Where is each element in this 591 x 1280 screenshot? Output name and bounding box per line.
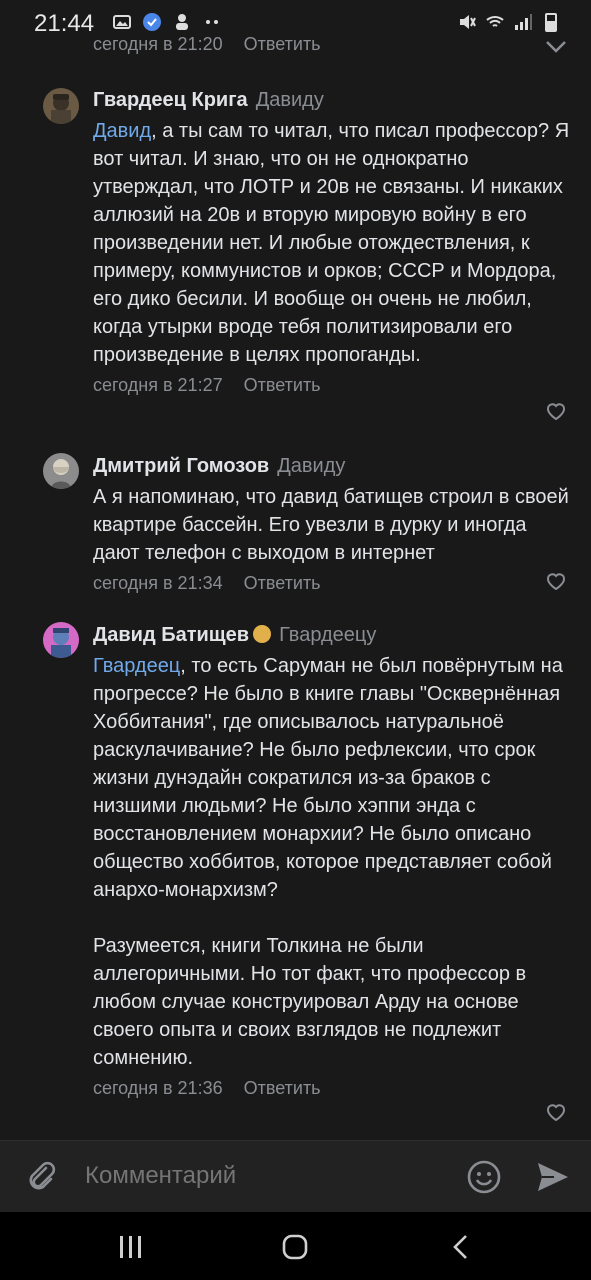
comment-author[interactable]: Дмитрий Гомозов (93, 455, 269, 477)
comment-time: сегодня в 21:27 (93, 375, 223, 395)
reply-button[interactable]: Ответить (244, 573, 321, 593)
comment-time: сегодня в 21:36 (93, 1078, 223, 1098)
avatar[interactable] (43, 453, 79, 489)
heart-icon[interactable] (545, 1102, 567, 1122)
emoji-icon[interactable] (466, 1159, 502, 1195)
reply-to-label[interactable]: Давиду (256, 89, 324, 111)
attach-icon[interactable] (24, 1159, 58, 1193)
reply-to-label[interactable]: Гвардеецу (279, 624, 376, 646)
reply-button[interactable]: Ответить (244, 375, 321, 395)
comment-author[interactable]: Давид Батищев (93, 624, 249, 646)
comment-text: А я напоминаю, что давид батищев строил … (93, 486, 575, 564)
reply-button[interactable]: Ответить (244, 34, 321, 54)
heart-icon[interactable] (545, 571, 567, 591)
avatar[interactable] (43, 622, 79, 658)
avatar[interactable] (43, 88, 79, 124)
comment-time: сегодня в 21:34 (93, 573, 223, 593)
reply-to-label[interactable]: Давиду (277, 455, 345, 477)
home-icon[interactable] (280, 1234, 310, 1260)
reply-button[interactable]: Ответить (244, 1078, 321, 1098)
system-nav-bar (0, 1212, 591, 1280)
chevron-down-icon[interactable] (545, 40, 567, 54)
comment-author[interactable]: Гвардеец Крига (93, 89, 248, 111)
emoji-badge-icon (253, 624, 272, 643)
comment-time: сегодня в 21:20 (93, 34, 223, 54)
back-icon[interactable] (446, 1234, 476, 1260)
comment-input[interactable] (83, 1161, 447, 1191)
mention-link[interactable]: Давид (93, 120, 151, 142)
comment-text: Гвардеец, то есть Саруман не был повёрну… (93, 655, 563, 1069)
send-icon[interactable] (536, 1161, 570, 1193)
comments-feed[interactable]: сегодня в 21:20 Ответить Гвардеец Крига Д… (0, 0, 591, 1140)
comment-text: Давид, а ты сам то читал, что писал проф… (93, 120, 575, 366)
heart-icon[interactable] (545, 401, 567, 421)
recent-apps-icon[interactable] (116, 1234, 146, 1260)
comment-composer (0, 1140, 591, 1213)
mention-link[interactable]: Гвардеец (93, 655, 180, 677)
